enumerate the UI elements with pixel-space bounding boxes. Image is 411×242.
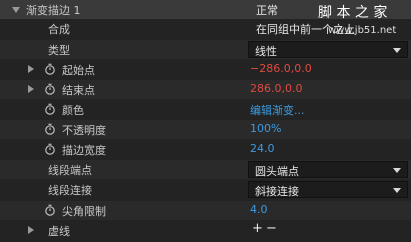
blend-mode-value[interactable]: 正常	[256, 2, 278, 18]
group-label: 渐变描边 1	[26, 4, 81, 17]
start-point-label: 起始点	[62, 64, 95, 77]
stopwatch-icon[interactable]	[44, 63, 56, 75]
line-cap-dropdown[interactable]: 圆头端点	[248, 161, 408, 178]
stopwatch-icon[interactable]	[44, 103, 56, 115]
stopwatch-icon[interactable]	[44, 83, 56, 95]
watermark-logo: 脚 本 之 家	[318, 5, 388, 21]
miter-limit-value[interactable]: 4.0	[250, 203, 268, 216]
stroke-width-value[interactable]: 24.0	[250, 142, 275, 155]
opacity-label: 不透明度	[62, 124, 106, 137]
edit-gradient-link[interactable]: 编辑渐变...	[250, 102, 305, 118]
start-point-value[interactable]: −286.0,0.0	[250, 62, 312, 75]
end-point-value[interactable]: 286.0,0.0	[250, 82, 302, 95]
add-dash-button[interactable]: +	[252, 221, 263, 236]
type-label: 类型	[48, 44, 70, 57]
stopwatch-icon[interactable]	[44, 123, 56, 135]
opacity-value[interactable]: 100%	[250, 122, 281, 135]
line-join-dropdown[interactable]: 斜接连接	[248, 181, 408, 198]
chevron-down-icon	[393, 48, 401, 53]
watermark-url: www.jb51.net	[328, 25, 397, 36]
gradient-stroke-panel: 渐变描边 1 正常 合成 在同组中前一个之上 类型 线性 起始点 −286.0,…	[0, 0, 411, 242]
line-cap-label: 线段端点	[48, 164, 92, 177]
line-join-dropdown-value: 斜接连接	[255, 185, 299, 198]
line-cap-dropdown-value: 圆头端点	[255, 165, 299, 178]
expand-triangle-icon[interactable]	[12, 7, 20, 13]
stopwatch-icon[interactable]	[44, 204, 56, 216]
row-line-cap: 线段端点 圆头端点	[0, 160, 411, 179]
row-dashes: 虚线 + −	[0, 221, 411, 240]
colors-label: 颜色	[62, 104, 84, 117]
expand-triangle-icon[interactable]	[28, 85, 34, 93]
row-start-point: 起始点 −286.0,0.0	[0, 60, 411, 79]
row-line-join: 线段连接 斜接连接	[0, 180, 411, 199]
expand-triangle-icon[interactable]	[28, 65, 34, 73]
remove-dash-button[interactable]: −	[266, 221, 277, 236]
row-stroke-width: 描边宽度 24.0	[0, 140, 411, 159]
row-opacity: 不透明度 100%	[0, 120, 411, 139]
dashes-label: 虚线	[48, 225, 70, 238]
expand-triangle-icon[interactable]	[28, 226, 34, 234]
row-miter-limit: 尖角限制 4.0	[0, 201, 411, 220]
miter-limit-label: 尖角限制	[62, 205, 106, 218]
chevron-down-icon	[393, 168, 401, 173]
composite-label: 合成	[48, 23, 70, 36]
stroke-width-label: 描边宽度	[62, 144, 106, 157]
type-dropdown[interactable]: 线性	[248, 41, 408, 58]
row-type: 类型 线性	[0, 40, 411, 59]
line-join-label: 线段连接	[48, 184, 92, 197]
end-point-label: 结束点	[62, 84, 95, 97]
row-colors: 颜色 编辑渐变...	[0, 100, 411, 119]
row-end-point: 结束点 286.0,0.0	[0, 80, 411, 99]
stopwatch-icon[interactable]	[44, 143, 56, 155]
type-dropdown-value: 线性	[255, 45, 277, 58]
chevron-down-icon	[393, 188, 401, 193]
